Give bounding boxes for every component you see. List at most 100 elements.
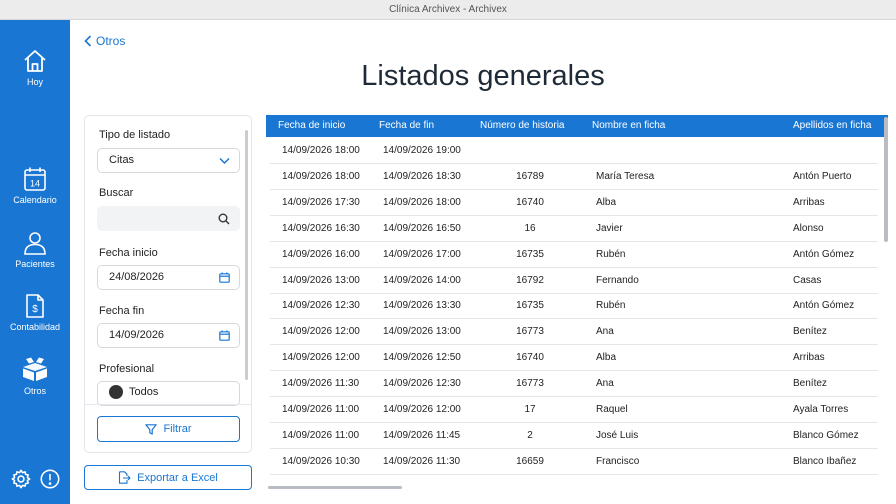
- table-cell: Ana: [596, 326, 614, 338]
- profesional-label: Profesional: [99, 363, 155, 375]
- back-link-label: Otros: [96, 34, 126, 48]
- table-row[interactable]: 14/09/2026 12:00 14/09/2026 12:50 16740 Alb…: [270, 345, 878, 372]
- column-header[interactable]: Fecha de fin: [379, 115, 434, 137]
- sidebar-item-label: Hoy: [26, 77, 43, 87]
- table-cell: 14/09/2026 18:00: [282, 170, 360, 182]
- table-cell: 14/09/2026 16:30: [282, 222, 360, 234]
- table-row[interactable]: 14/09/2026 17:30 14/09/2026 18:00 16740 Alb…: [270, 190, 878, 216]
- page-title: Listados generales: [361, 60, 605, 92]
- table-row[interactable]: 14/09/2026 18:00 14/09/2026 18:30 16789 Mar…: [270, 164, 878, 190]
- table-cell: 14/09/2026 12:30: [383, 378, 461, 390]
- table-cell: Alba: [596, 352, 617, 364]
- calendar-badge: 14: [30, 179, 40, 189]
- table-cell: Antón Gómez: [793, 300, 855, 312]
- home-icon: [24, 50, 46, 72]
- info-icon[interactable]: [39, 468, 61, 490]
- table-cell: 16773: [516, 326, 544, 338]
- search-input[interactable]: [97, 206, 240, 231]
- column-header[interactable]: Fecha de inicio: [278, 115, 345, 137]
- table-cell: Arribas: [793, 352, 825, 364]
- table-cell: 16740: [516, 352, 544, 364]
- table-vertical-scrollbar[interactable]: [884, 117, 888, 242]
- sidebar-item-contabilidad[interactable]: $ Contabilidad: [0, 293, 70, 332]
- sidebar-item-otros[interactable]: Otros: [0, 357, 70, 396]
- filter-scrollbar[interactable]: [245, 130, 248, 380]
- buscar-label: Buscar: [99, 187, 134, 199]
- fecha-inicio-label: Fecha inicio: [99, 247, 158, 259]
- table-row[interactable]: 14/09/2026 11:00 14/09/2026 12:00 17 Raquel…: [270, 397, 878, 423]
- chevron-down-icon: [219, 157, 230, 165]
- table-cell: 14/09/2026 19:00: [383, 145, 461, 156]
- profesional-value: Todos: [129, 386, 159, 398]
- sidebar-item-calendario[interactable]: 14 Calendario: [0, 166, 70, 205]
- results-table: Fecha de inicio Fecha de fin Número de h…: [266, 115, 888, 490]
- main-content: Otros Listados generales Tipo de listado…: [70, 20, 896, 504]
- column-header[interactable]: Nombre en ficha: [592, 115, 665, 137]
- table-cell: Ayala Torres: [793, 404, 849, 415]
- table-cell: 14/09/2026 13:00: [282, 274, 360, 286]
- column-header[interactable]: Apellidos en ficha: [793, 115, 871, 137]
- export-button-label: Exportar a Excel: [137, 471, 218, 484]
- sidebar-item-label: Calendario: [13, 195, 57, 205]
- table-row[interactable]: 14/09/2026 11:00 14/09/2026 11:45 2 José Lu…: [270, 423, 878, 449]
- column-header[interactable]: Número de historia: [480, 115, 564, 137]
- tipo-listado-label: Tipo de listado: [99, 129, 171, 141]
- table-cell: 14/09/2026 11:45: [383, 429, 461, 441]
- table-cell: 14/09/2026 17:00: [383, 248, 461, 260]
- table-row[interactable]: 14/09/2026 11:30 14/09/2026 12:30 16773 Ana…: [270, 371, 878, 398]
- filter-divider: [85, 404, 251, 405]
- sidebar-item-pacientes[interactable]: Pacientes: [0, 230, 70, 269]
- fecha-inicio-value: 24/08/2026: [109, 271, 165, 283]
- back-link[interactable]: Otros: [84, 34, 125, 48]
- export-excel-button[interactable]: Exportar a Excel: [84, 465, 252, 490]
- table-row[interactable]: 14/09/2026 12:00 14/09/2026 13:00 16773 Ana…: [270, 319, 878, 346]
- table-cell: Alonso: [793, 222, 824, 234]
- table-cell: 16: [524, 222, 536, 234]
- table-row[interactable]: 14/09/2026 18:00 14/09/2026 19:00: [270, 138, 878, 164]
- filter-button[interactable]: Filtrar: [97, 416, 240, 442]
- sidebar-item-hoy[interactable]: Hoy: [0, 48, 70, 87]
- filter-button-label: Filtrar: [163, 423, 192, 435]
- table-cell: Benítez: [793, 378, 827, 390]
- table-cell: 14/09/2026 11:00: [282, 429, 360, 441]
- profesional-select[interactable]: Todos: [97, 381, 240, 406]
- avatar: [109, 385, 123, 400]
- sidebar: Hoy 14 Calendario Pacientes $ Contabilid…: [0, 20, 70, 504]
- table-row[interactable]: 14/09/2026 16:00 14/09/2026 17:00 16735 Rub…: [270, 242, 878, 268]
- table-cell: 14/09/2026 12:00: [282, 326, 360, 338]
- table-cell: Antón Puerto: [793, 170, 852, 182]
- table-cell: 2: [527, 429, 533, 441]
- table-row[interactable]: 14/09/2026 13:00 14/09/2026 14:00 16792 Fer…: [270, 268, 878, 294]
- table-cell: 14/09/2026 12:00: [383, 404, 461, 415]
- gear-icon[interactable]: [10, 468, 32, 490]
- table-row[interactable]: 14/09/2026 16:30 14/09/2026 16:50 16 Javier…: [270, 216, 878, 242]
- table-cell: 14/09/2026 11:30: [282, 378, 360, 390]
- table-horizontal-scrollbar[interactable]: [268, 486, 402, 489]
- sidebar-item-label: Contabilidad: [9, 322, 61, 332]
- fecha-inicio-field[interactable]: 24/08/2026: [97, 265, 240, 290]
- invoice-icon: $: [26, 294, 44, 318]
- table-cell: Rubén: [596, 248, 626, 260]
- table-cell: 14/09/2026 16:00: [282, 248, 360, 260]
- fecha-fin-label: Fecha fin: [99, 305, 145, 317]
- table-cell: 14/09/2026 18:30: [383, 170, 461, 182]
- table-cell: Blanco Ibañez: [793, 455, 857, 467]
- table-cell: 16773: [516, 378, 544, 390]
- calendar-icon: [219, 330, 230, 341]
- table-row[interactable]: 14/09/2026 12:30 14/09/2026 13:30 16735 Rub…: [270, 293, 878, 320]
- svg-text:$: $: [32, 304, 38, 315]
- table-cell: 14/09/2026 12:00: [282, 352, 360, 364]
- tipo-listado-select[interactable]: Citas: [97, 148, 240, 173]
- table-cell: 14/09/2026 11:00: [282, 404, 360, 415]
- table-cell: 16735: [516, 300, 544, 312]
- table-cell: 14/09/2026 11:30: [383, 455, 461, 467]
- table-cell: Arribas: [793, 196, 825, 208]
- window-titlebar: Clínica Archivex - Archivex: [0, 0, 896, 20]
- fecha-fin-value: 14/09/2026: [109, 329, 165, 341]
- table-cell: 14/09/2026 17:30: [282, 196, 360, 208]
- table-cell: Fernando: [596, 274, 639, 286]
- table-row[interactable]: 14/09/2026 10:30 14/09/2026 11:30 16659 Fra…: [270, 449, 878, 475]
- table-cell: Antón Gómez: [793, 248, 855, 260]
- fecha-fin-field[interactable]: 14/09/2026: [97, 323, 240, 348]
- table-cell: 14/09/2026 13:00: [383, 326, 461, 338]
